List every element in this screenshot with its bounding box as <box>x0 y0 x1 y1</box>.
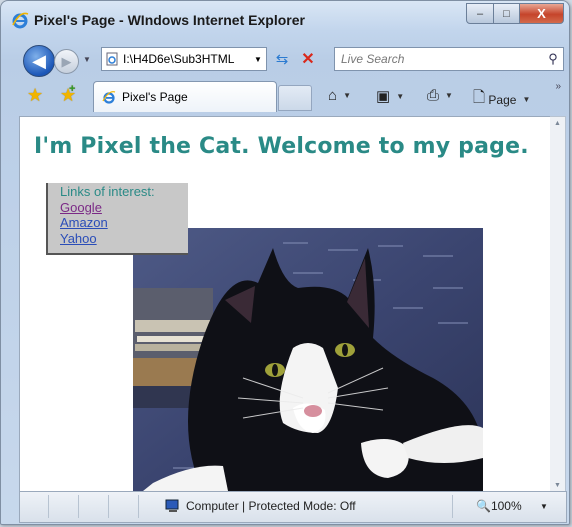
window-title: Pixel's Page - WIndows Internet Explorer <box>34 12 305 28</box>
page-heading: I'm Pixel the Cat. Welcome to my page. <box>34 134 529 159</box>
zoom-icon: 🔍 <box>476 499 491 513</box>
page-icon <box>106 52 118 66</box>
title-bar: Pixel's Page - WIndows Internet Explorer… <box>1 1 569 37</box>
link-google[interactable]: Google <box>60 200 188 216</box>
refresh-button[interactable]: ⇆ <box>271 48 293 70</box>
security-zone[interactable]: Computer | Protected Mode: Off <box>165 499 356 513</box>
address-bar[interactable]: I:\H4D6e\Sub3HTML ▼ <box>101 47 267 71</box>
scroll-up-icon[interactable]: ▲ <box>554 120 561 127</box>
page-menu-button[interactable]: 🗋 Page ▼ <box>473 87 530 112</box>
print-button[interactable]: ⎙ ▼ <box>427 87 453 104</box>
tab-pixels-page[interactable]: Pixel's Page <box>93 81 277 112</box>
page-menu-icon: 🗋 <box>473 89 486 106</box>
address-input[interactable]: I:\H4D6e\Sub3HTML <box>123 52 250 66</box>
home-icon: ⌂ <box>328 87 338 104</box>
zoom-value: 100% <box>490 499 522 513</box>
ie-page-icon <box>102 91 116 104</box>
links-panel: Links of interest: Google Amazon Yahoo <box>46 183 188 255</box>
home-button[interactable]: ⌂ ▼ <box>328 87 351 104</box>
maximize-button[interactable]: □ <box>494 3 520 24</box>
minimize-button[interactable]: – <box>466 3 494 24</box>
security-zone-label: Computer | Protected Mode: Off <box>186 499 356 513</box>
caption-buttons: – □ X <box>466 3 564 24</box>
search-box[interactable]: Live Search ⚲ <box>334 47 564 71</box>
forward-button[interactable]: ▶ <box>54 49 79 74</box>
feed-icon: ▣ <box>376 88 391 105</box>
recent-pages-dropdown[interactable]: ▼ <box>83 55 91 64</box>
forward-arrow-icon: ▶ <box>61 53 72 69</box>
zoom-dropdown-icon[interactable]: ▼ <box>540 502 548 511</box>
favorites-center-icon[interactable]: ★ <box>27 85 43 106</box>
add-favorites-icon[interactable]: ★ + <box>60 83 76 106</box>
tab-label: Pixel's Page <box>122 90 188 104</box>
browser-window: Pixel's Page - WIndows Internet Explorer… <box>0 0 570 525</box>
refresh-icon: ⇆ <box>275 51 289 68</box>
cat-photo <box>133 228 483 491</box>
new-tab-button[interactable] <box>278 85 312 111</box>
back-arrow-icon: ◀ <box>32 50 46 71</box>
scroll-down-icon[interactable]: ▼ <box>554 482 561 489</box>
vertical-scrollbar[interactable]: ▲ ▼ <box>550 116 566 493</box>
page-menu-label: Page <box>488 92 517 107</box>
status-bar: Computer | Protected Mode: Off 🔍100% ▼ <box>19 491 567 523</box>
page-content: I'm Pixel the Cat. Welcome to my page. L… <box>19 116 551 493</box>
back-button[interactable]: ◀ <box>23 45 55 77</box>
computer-icon <box>165 499 179 512</box>
feeds-button[interactable]: ▣ ▼ <box>376 87 404 105</box>
close-button[interactable]: X <box>520 3 564 24</box>
stop-button[interactable]: ✕ <box>297 48 319 70</box>
link-yahoo[interactable]: Yahoo <box>60 231 188 247</box>
search-icon[interactable]: ⚲ <box>543 51 563 67</box>
address-dropdown-icon[interactable]: ▼ <box>250 55 266 64</box>
more-commands-icon[interactable]: » <box>555 81 561 92</box>
link-amazon[interactable]: Amazon <box>60 215 188 231</box>
printer-icon: ⎙ <box>427 87 440 104</box>
ie-logo-icon <box>12 12 29 29</box>
stop-icon: ✕ <box>301 51 315 68</box>
zoom-level[interactable]: 🔍100% <box>476 499 522 513</box>
search-input[interactable]: Live Search <box>335 52 543 66</box>
links-title: Links of interest: <box>60 184 155 199</box>
